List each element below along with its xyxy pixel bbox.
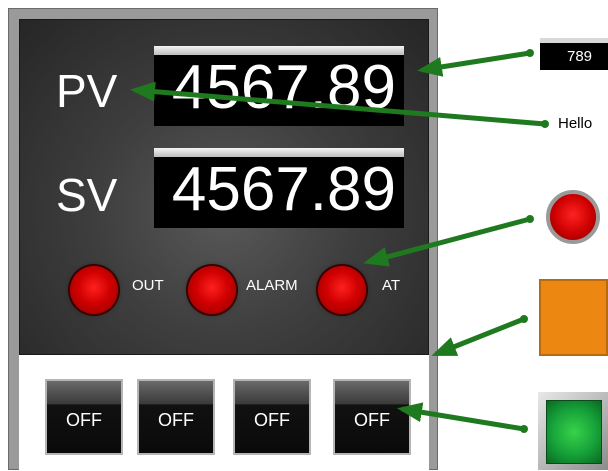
pv-label: PV [56, 65, 118, 117]
controller-panel: PV 4567.89 SV 4567.89 OUT ALARM AT OFF O… [8, 8, 438, 471]
sv-display: 4567.89 [154, 148, 404, 228]
off-button-4[interactable]: OFF [333, 379, 411, 455]
button-row: OFF OFF OFF OFF [19, 355, 429, 471]
off-button-4-label: OFF [354, 410, 390, 430]
off-button-2[interactable]: OFF [137, 379, 215, 455]
green-button-widget[interactable] [538, 392, 608, 470]
off-button-2-label: OFF [158, 410, 194, 430]
alarm-indicator-led [188, 266, 236, 314]
out-indicator-led [70, 266, 118, 314]
arrow-anchor-1 [526, 49, 534, 57]
at-indicator-led [318, 266, 366, 314]
controller-face: PV 4567.89 SV 4567.89 OUT ALARM AT [19, 19, 429, 355]
arrow-anchor-3 [526, 215, 534, 223]
off-button-1[interactable]: OFF [45, 379, 123, 455]
off-button-1-label: OFF [66, 410, 102, 430]
pv-value: 4567.89 [171, 53, 396, 122]
off-button-3-label: OFF [254, 410, 290, 430]
numeric-display-widget: 789 [540, 38, 608, 70]
green-button-face [546, 400, 602, 464]
orange-rectangle-widget [539, 279, 608, 356]
alarm-indicator-label: ALARM [246, 277, 298, 294]
arrow-to-pv-display [417, 50, 531, 77]
out-indicator-label: OUT [132, 277, 164, 294]
text-label-widget: Hello [558, 115, 593, 132]
arrow-anchor-4 [520, 315, 528, 323]
off-button-3[interactable]: OFF [233, 379, 311, 455]
sv-label: SV [56, 169, 118, 221]
pv-display: 4567.89 [154, 46, 404, 126]
at-indicator-label: AT [382, 277, 401, 294]
sv-value: 4567.89 [171, 155, 396, 224]
arrow-anchor-5 [520, 425, 528, 433]
arrow-anchor-2 [541, 120, 549, 128]
arrow-to-button-row [431, 316, 525, 357]
red-lamp-widget [546, 190, 600, 244]
